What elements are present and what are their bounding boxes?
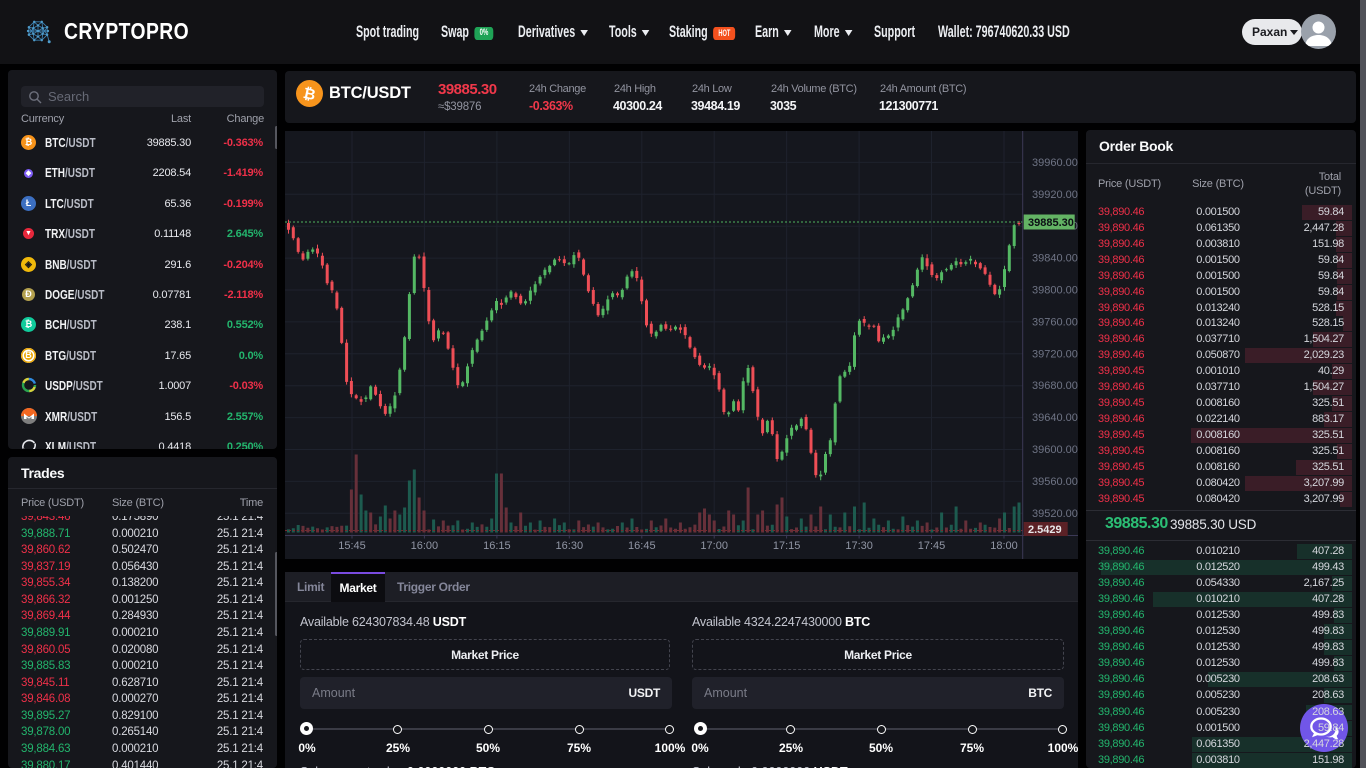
svg-text:39680.00: 39680.00 xyxy=(1032,380,1078,392)
svg-text:39760.00: 39760.00 xyxy=(1032,316,1078,328)
svg-text:39800.00: 39800.00 xyxy=(1032,285,1078,297)
svg-text:2.5429: 2.5429 xyxy=(1028,524,1062,536)
svg-text:17:30: 17:30 xyxy=(845,540,873,552)
svg-text:39840.00: 39840.00 xyxy=(1032,253,1078,265)
svg-text:17:45: 17:45 xyxy=(918,540,946,552)
svg-text:39520.00: 39520.00 xyxy=(1032,508,1078,520)
svg-text:16:45: 16:45 xyxy=(628,540,656,552)
svg-text:16:15: 16:15 xyxy=(483,540,511,552)
svg-text:39885.30: 39885.30 xyxy=(1028,217,1074,229)
svg-text:39720.00: 39720.00 xyxy=(1032,348,1078,360)
svg-text:39920.00: 39920.00 xyxy=(1032,189,1078,201)
svg-text:18:00: 18:00 xyxy=(990,540,1018,552)
svg-text:15:45: 15:45 xyxy=(338,540,366,552)
svg-text:16:00: 16:00 xyxy=(411,540,439,552)
svg-text:16:30: 16:30 xyxy=(556,540,584,552)
svg-text:39640.00: 39640.00 xyxy=(1032,412,1078,424)
svg-text:17:15: 17:15 xyxy=(773,540,801,552)
svg-text:39560.00: 39560.00 xyxy=(1032,476,1078,488)
svg-text:39960.00: 39960.00 xyxy=(1032,157,1078,169)
svg-text:39600.00: 39600.00 xyxy=(1032,444,1078,456)
svg-text:17:00: 17:00 xyxy=(700,540,728,552)
